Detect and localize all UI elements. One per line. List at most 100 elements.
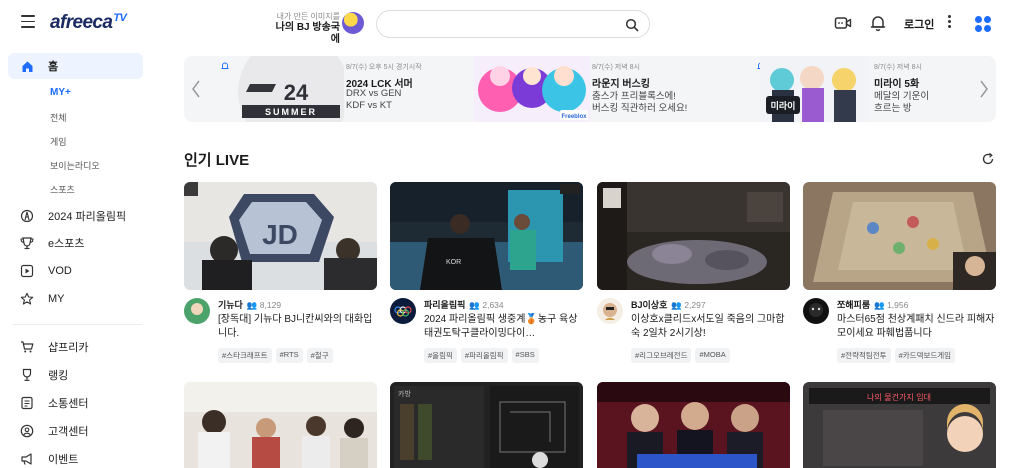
avatar[interactable] bbox=[597, 298, 623, 324]
sidebar-item-label: MY bbox=[48, 293, 65, 305]
busking-image: Freeblox bbox=[474, 56, 590, 122]
sidebar-item-home[interactable]: 홈 bbox=[8, 53, 143, 79]
streamer-name[interactable]: 기뉴다 👥 8,129 bbox=[218, 298, 281, 311]
live-card[interactable]: JD 기뉴다 👥 8,129 [장독대] 기뉴다 BJ니칸씨와의 대화입니다. #… bbox=[184, 182, 377, 364]
live-card[interactable]: 나의 물건가지 임대 bbox=[803, 382, 996, 468]
banner-time: 8/7(수) 저녁 8시 bbox=[874, 64, 922, 71]
top-header: afreecaTV 내가 만든 이미지를 나의 BJ 방송국에 로그인 bbox=[0, 0, 1024, 46]
sidebar-item-label: VOD bbox=[48, 265, 72, 277]
home-icon bbox=[20, 59, 34, 73]
tag[interactable]: #스타크래프트 bbox=[218, 348, 272, 363]
cart-icon bbox=[20, 340, 34, 354]
sidebar-item-label: 랭킹 bbox=[48, 370, 69, 382]
viewer-count: 👥 1,956 bbox=[874, 300, 909, 310]
tag[interactable]: #리그오브레전드 bbox=[631, 348, 692, 363]
svg-text:KOR: KOR bbox=[446, 259, 461, 266]
bj-promo[interactable]: 내가 만든 이미지를 나의 BJ 방송국에 bbox=[270, 12, 340, 46]
stream-title[interactable]: 마스터65점 천상계패치 신드라 피해자 모이세요 파훼법풉니다 bbox=[837, 313, 995, 341]
tag[interactable]: #카드덱보드게임 bbox=[894, 348, 956, 363]
promo-avatar-icon[interactable] bbox=[342, 12, 364, 34]
sidebar-item-label: e스포츠 bbox=[48, 238, 85, 250]
sidebar-item-event[interactable]: 이벤트 bbox=[8, 446, 143, 468]
sidebar-item-shop[interactable]: 샵프리카 bbox=[8, 334, 143, 360]
sidebar-sub-my-plus[interactable]: MY+ bbox=[50, 87, 71, 98]
sidebar-item-label: 샵프리카 bbox=[48, 342, 89, 354]
banner-line: KDF vs KT bbox=[346, 100, 392, 111]
banner-card-mirai[interactable]: 미라이 8/7(수) 저녁 8시 미라이 5화 메달의 기운이 흐르는 방 bbox=[750, 56, 974, 122]
lck-summer-image: 24 SUMMER bbox=[238, 56, 344, 122]
tag[interactable]: #올림픽 bbox=[424, 348, 457, 363]
bell-icon[interactable] bbox=[220, 61, 230, 71]
stream-thumbnail[interactable] bbox=[803, 182, 996, 290]
bell-icon[interactable] bbox=[869, 14, 887, 32]
stream-thumbnail[interactable] bbox=[597, 382, 790, 468]
tag-list: #리그오브레전드 #MOBA bbox=[631, 348, 730, 363]
stream-thumbnail[interactable]: 나의 물건가지 임대 bbox=[803, 382, 996, 468]
svg-text:미라이: 미라이 bbox=[771, 100, 796, 112]
stream-thumbnail[interactable]: JD bbox=[184, 182, 377, 290]
document-icon bbox=[20, 396, 34, 410]
live-card[interactable]: BJ이상호 👥 2,297 이상호x클리드x서도일 죽음의 그마합숙 2일차 2시… bbox=[597, 182, 790, 364]
sidebar-item-label: 홈 bbox=[48, 61, 59, 73]
banner-card-busking[interactable]: Freeblox 8/7(수) 저녁 8시 라운지 버스킹 춤스가 프리블록스에… bbox=[470, 56, 732, 122]
stream-thumbnail[interactable]: KOR bbox=[390, 182, 583, 290]
sidebar-item-olympics[interactable]: 2024 파리올림픽 bbox=[8, 203, 143, 229]
svg-text:나의 물건가지 임대: 나의 물건가지 임대 bbox=[867, 392, 931, 402]
live-card[interactable]: 카방 bbox=[390, 382, 583, 468]
streamer-name[interactable]: BJ이상호 👥 2,297 bbox=[631, 298, 706, 311]
stream-title[interactable]: [장독대] 기뉴다 BJ니칸씨와의 대화입니다. bbox=[218, 313, 376, 341]
broadcast-icon[interactable] bbox=[834, 14, 852, 32]
banner-card-lck[interactable]: 24 SUMMER 8/7(수) 오후 5시 경기시작 2024 LCK 서머 … bbox=[184, 56, 454, 122]
sidebar-item-community[interactable]: 소통센터 bbox=[8, 390, 143, 416]
sidebar-item-my[interactable]: MY bbox=[8, 286, 143, 312]
sidebar-item-ranking[interactable]: 랭킹 bbox=[8, 362, 143, 388]
sidebar-item-esports[interactable]: e스포츠 bbox=[8, 230, 143, 256]
avatar[interactable] bbox=[803, 298, 829, 324]
sidebar-item-vod[interactable]: VOD bbox=[8, 258, 143, 284]
search-input[interactable] bbox=[389, 17, 609, 33]
streamer-name[interactable]: 쪼해피룸 👥 1,956 bbox=[837, 298, 908, 311]
tag[interactable]: #철구 bbox=[306, 348, 333, 363]
live-card[interactable] bbox=[184, 382, 377, 468]
streamer-name[interactable]: 파리올림픽 👥 2,634 bbox=[424, 298, 504, 311]
tag[interactable]: #RTS bbox=[275, 348, 303, 363]
trophy-icon bbox=[20, 236, 34, 250]
stream-thumbnail[interactable]: 카방 bbox=[390, 382, 583, 468]
banner-time: 8/7(수) 오후 5시 경기시작 bbox=[346, 64, 422, 71]
tag[interactable]: #전략적팀전투 bbox=[837, 348, 891, 363]
menu-icon[interactable] bbox=[21, 15, 35, 29]
search-bar[interactable] bbox=[376, 10, 650, 38]
svg-text:24: 24 bbox=[284, 80, 309, 105]
sidebar-sub-radio[interactable]: 보이는라디오 bbox=[50, 159, 100, 172]
refresh-icon[interactable] bbox=[981, 152, 995, 166]
more-vertical-icon[interactable] bbox=[946, 15, 952, 31]
user-circle-icon bbox=[20, 424, 34, 438]
viewer-count: 👥 8,129 bbox=[246, 300, 282, 310]
sidebar-sub-sports[interactable]: 스포츠 bbox=[50, 183, 75, 196]
stream-thumbnail[interactable] bbox=[597, 182, 790, 290]
star-icon bbox=[20, 292, 34, 306]
live-card[interactable]: KOR 파리올림픽 👥 2,634 2024 파리올림픽 생중계🥉농구 육상태권도… bbox=[390, 182, 583, 364]
apps-icon[interactable] bbox=[975, 16, 991, 32]
banner-line: 버스킹 직관하러 오세요! bbox=[592, 103, 688, 114]
tag-list: #올림픽 #파리올림픽 #SBS bbox=[424, 348, 539, 363]
svg-text:JD: JD bbox=[262, 219, 298, 250]
chevron-right-icon[interactable] bbox=[978, 78, 990, 100]
stream-thumbnail[interactable] bbox=[184, 382, 377, 468]
sidebar-item-support[interactable]: 고객센터 bbox=[8, 418, 143, 444]
avatar[interactable] bbox=[184, 298, 210, 324]
live-card[interactable] bbox=[597, 382, 790, 468]
tag[interactable]: #MOBA bbox=[695, 348, 730, 363]
afreecatv-logo[interactable]: afreecaTV bbox=[50, 12, 127, 34]
tag[interactable]: #SBS bbox=[511, 348, 539, 363]
avatar[interactable] bbox=[390, 298, 416, 324]
tag[interactable]: #파리올림픽 bbox=[460, 348, 508, 363]
live-card[interactable]: 쪼해피룸 👥 1,956 마스터65점 천상계패치 신드라 피해자 모이세요 파훼… bbox=[803, 182, 996, 364]
sidebar-sub-game[interactable]: 게임 bbox=[50, 135, 67, 148]
login-button[interactable]: 로그인 bbox=[904, 16, 934, 32]
sidebar: 홈 MY+ 전체 게임 보이는라디오 스포츠 2024 파리올림픽 e스포츠 V… bbox=[0, 46, 160, 468]
search-icon[interactable] bbox=[625, 18, 639, 32]
stream-title[interactable]: 2024 파리올림픽 생중계🥉농구 육상태권도탁구클라이밍다이… bbox=[424, 313, 582, 341]
sidebar-sub-all[interactable]: 전체 bbox=[50, 111, 67, 124]
stream-title[interactable]: 이상호x클리드x서도일 죽음의 그마합숙 2일차 2시기상! bbox=[631, 313, 789, 341]
